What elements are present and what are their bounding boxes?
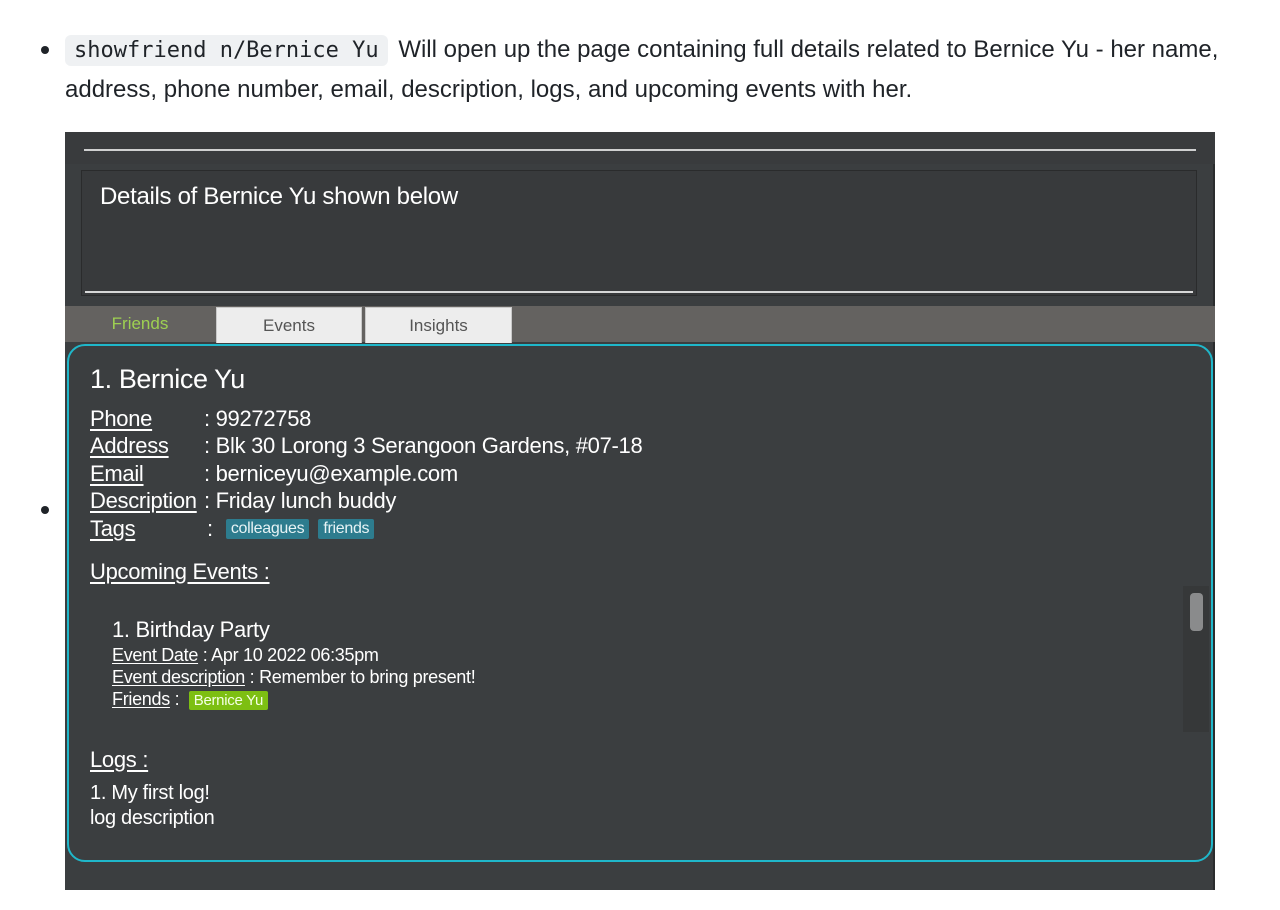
tab-events[interactable]: Events [216,307,362,343]
field-value: : Friday lunch buddy [204,488,397,513]
log-title: 1. My first log! [90,782,210,804]
doc-intro: showfriend n/Bernice Yu Will open up the… [65,30,1235,109]
field-label: Email [90,461,144,486]
event-friends-sep: : [169,689,189,709]
field-tags: Tags : colleagues friends [90,516,383,542]
logs-heading: Logs : [90,747,149,772]
command-box-underline [84,149,1196,151]
event-date-value: : Apr 10 2022 06:35pm [198,645,379,665]
friend-name: 1. Bernice Yu [90,364,245,394]
field-value: : 99272758 [204,406,312,431]
friend-detail-card: 1. Bernice Yu Phone : 99272758 Address :… [67,344,1213,862]
tag-badge: friends [318,519,375,539]
log-description: log description [90,807,215,829]
events-scrollbar[interactable] [1183,586,1209,732]
field-value: : berniceyu@example.com [204,461,458,486]
field-phone: Phone : 99272758 [90,406,311,432]
scrollbar-thumb[interactable] [1190,593,1203,631]
bullet-screenshot [41,506,49,514]
field-value: : [207,516,213,541]
field-label: Address [90,433,169,458]
app-window: Details of Bernice Yu shown below Friend… [65,132,1215,890]
window-edge [1213,164,1215,890]
event-description-label: Event description [112,667,245,687]
event-date-label: Event Date [112,645,199,665]
friend-tag: Bernice Yu [188,691,269,710]
event-friends-row: Friends : Bernice Yu [112,689,269,710]
field-email: Email : berniceyu@example.com [90,461,458,487]
field-label: Description [90,488,197,513]
tab-insights[interactable]: Insights [365,307,512,343]
tag-badge: colleagues [225,519,310,539]
result-display: Details of Bernice Yu shown below [81,170,1197,296]
field-address: Address : Blk 30 Lorong 3 Serangoon Gard… [90,433,643,459]
event-date-row: Event Date : Apr 10 2022 06:35pm [112,645,379,666]
command-code: showfriend n/Bernice Yu [65,35,388,66]
field-description: Description : Friday lunch buddy [90,488,396,514]
field-label: Tags [90,516,136,541]
result-underline [85,291,1193,293]
event-description-value: : Remember to bring present! [244,667,476,687]
tab-bar: Friends Events Insights [65,306,1215,343]
tab-friends[interactable]: Friends [65,306,215,342]
upcoming-events-heading: Upcoming Events : [90,559,270,584]
result-message: Details of Bernice Yu shown below [100,183,458,210]
command-box-area[interactable] [65,132,1215,164]
event-description-row: Event description : Remember to bring pr… [112,667,476,688]
field-label: Phone [90,406,153,431]
event-friends-label: Friends [112,689,170,709]
event-title: 1. Birthday Party [112,617,270,642]
bullet-top [41,46,49,54]
field-value: : Blk 30 Lorong 3 Serangoon Gardens, #07… [204,433,643,458]
